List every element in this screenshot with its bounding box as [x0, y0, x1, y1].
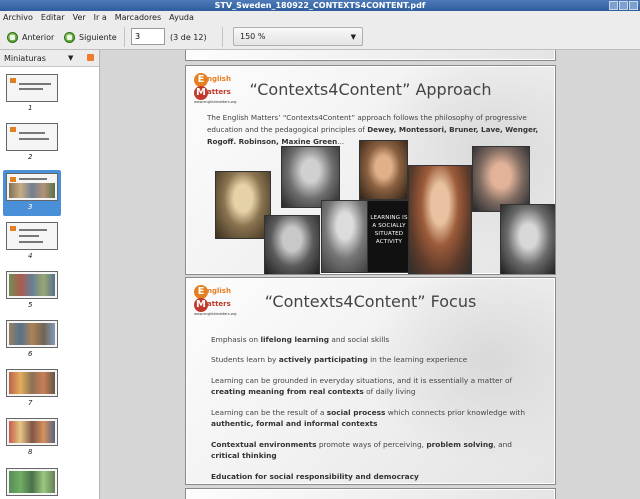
menu-bar: Archivo Editar Ver Ir a Marcadores Ayuda: [0, 11, 640, 23]
thumbnail-page-5[interactable]: [6, 271, 58, 299]
dropdown-caret-icon: ▼: [350, 33, 356, 41]
toolbar-separator: [124, 27, 125, 47]
portrait-photo: [472, 146, 530, 212]
window-controls: [609, 1, 638, 10]
thumbnail-page-9[interactable]: [6, 468, 58, 496]
close-icon[interactable]: [629, 1, 638, 10]
list-item: Learning can be grounded in everyday sit…: [211, 376, 513, 396]
previous-page-edge: [185, 50, 556, 61]
next-page-label: Siguiente: [79, 32, 117, 42]
thumbnail-number: 8: [28, 448, 33, 456]
thumbnail-number: 4: [28, 252, 33, 260]
list-item: Students learn by actively participating…: [211, 355, 468, 364]
menu-archivo[interactable]: Archivo: [3, 13, 33, 22]
thumbnail-page-7[interactable]: [6, 369, 58, 397]
zoom-value: 150 %: [240, 32, 266, 41]
slide-title: “Contexts4Content” Focus: [264, 292, 477, 311]
slide-title: “Contexts4Content” Approach: [249, 80, 492, 99]
document-view[interactable]: English Matters www.englishmatters.org “…: [101, 50, 640, 499]
thumbnail-page-4[interactable]: [6, 222, 58, 250]
minimize-icon[interactable]: [609, 1, 618, 10]
thumbnail-number: 2: [28, 153, 33, 161]
portrait-photo: [264, 215, 320, 274]
portrait-photo: [215, 171, 271, 239]
thumbnail-page-3[interactable]: [6, 173, 58, 201]
next-page-edge: [185, 488, 556, 499]
thumbnail-number: 6: [28, 350, 33, 358]
sidebar-header: Miniaturas ▼: [0, 50, 99, 67]
slide-focus: English Matters www.englishmatters.org “…: [185, 277, 556, 485]
next-page-button[interactable]: Siguiente: [64, 28, 117, 46]
zoom-select[interactable]: 150 % ▼: [233, 27, 363, 46]
window-title: STV_Sweden_180922_CONTEXTS4CONTENT.pdf: [214, 1, 426, 10]
portrait-photo: [408, 165, 472, 274]
menu-marcadores[interactable]: Marcadores: [115, 13, 161, 22]
menu-ir-a[interactable]: Ir a: [94, 13, 107, 22]
menu-ver[interactable]: Ver: [73, 13, 86, 22]
thumbnail-page-1[interactable]: [6, 74, 58, 102]
list-item: Education for social responsibility and …: [211, 472, 419, 481]
down-arrow-icon: [64, 31, 75, 43]
prev-page-label: Anterior: [22, 32, 55, 42]
slide-approach: English Matters www.englishmatters.org “…: [185, 65, 556, 275]
thumbnail-page-6[interactable]: [6, 320, 58, 348]
page-number-input[interactable]: [131, 28, 165, 45]
list-item: Contextual environments promote ways of …: [211, 440, 512, 460]
sidebar-dropdown-icon[interactable]: ▼: [68, 54, 73, 62]
learning-poster: LEARNING IS A SOCIALLY SITUATED ACTIVITY: [367, 200, 411, 273]
prev-page-button[interactable]: Anterior: [7, 28, 54, 46]
thumbnail-page-2[interactable]: [6, 123, 58, 151]
portrait-photo: [281, 146, 340, 208]
portrait-photo: [359, 140, 408, 200]
thumbnail-sidebar: Miniaturas ▼ 1 2 3 4 5 6 7 8: [0, 50, 100, 499]
title-bar: STV_Sweden_180922_CONTEXTS4CONTENT.pdf: [0, 0, 640, 11]
up-arrow-icon: [7, 31, 18, 43]
menu-editar[interactable]: Editar: [41, 13, 65, 22]
sidebar-close-icon[interactable]: [87, 54, 94, 61]
thumbnail-number: 5: [28, 301, 33, 309]
portrait-photo: [500, 204, 555, 274]
thumbnail-number: 7: [28, 399, 33, 407]
thumbnail-number: 3: [28, 203, 33, 211]
list-item: Emphasis on lifelong learning and social…: [211, 335, 390, 344]
toolbar: Anterior Siguiente (3 de 12) 150 % ▼: [0, 23, 640, 50]
thumbnail-number: 1: [28, 104, 33, 112]
thumbnail-page-8[interactable]: [6, 418, 58, 446]
menu-ayuda[interactable]: Ayuda: [169, 13, 194, 22]
list-item: Learning can be the result of a social p…: [211, 408, 526, 428]
toolbar-separator: [222, 27, 223, 47]
maximize-icon[interactable]: [619, 1, 628, 10]
page-count-label: (3 de 12): [170, 33, 207, 42]
sidebar-title: Miniaturas: [4, 53, 46, 63]
